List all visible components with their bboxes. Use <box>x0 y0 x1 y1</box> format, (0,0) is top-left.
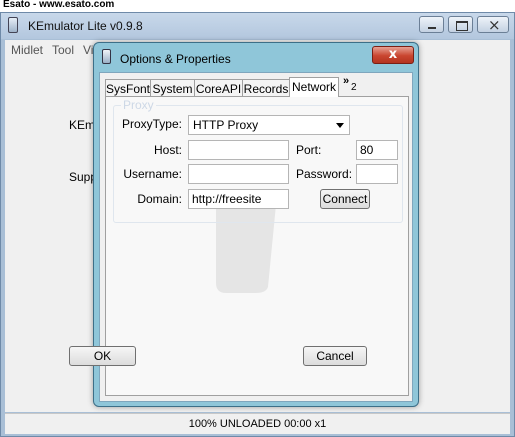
phone-icon <box>102 49 111 64</box>
username-input[interactable] <box>188 164 289 184</box>
dialog-title: Options & Properties <box>120 52 231 66</box>
connect-button[interactable]: Connect <box>320 189 370 209</box>
dialog-close-button[interactable]: x <box>372 46 414 64</box>
tab-sysfont[interactable]: SysFont <box>105 79 151 97</box>
domain-input[interactable]: http://freesite <box>188 189 289 209</box>
cancel-button[interactable]: Cancel <box>303 346 367 366</box>
more-tabs-count: 2 <box>351 82 357 93</box>
port-input[interactable]: 80 <box>356 140 398 160</box>
phone-icon <box>8 17 18 33</box>
chevron-right-icon: » <box>343 75 350 87</box>
proxy-type-value: HTTP Proxy <box>193 118 259 132</box>
options-dialog: Options & Properties x SysFont System Co… <box>69 42 419 407</box>
ok-button[interactable]: OK <box>69 346 136 366</box>
proxy-type-select[interactable]: HTTP Proxy <box>188 115 350 135</box>
password-label: Password: <box>296 167 353 181</box>
proxy-type-label: ProxyType: <box>121 117 182 131</box>
status-text: 100% UNLOADED 00:00 x1 <box>188 418 327 430</box>
minimize-button[interactable] <box>419 16 444 33</box>
maximize-button[interactable] <box>448 16 473 33</box>
close-icon: x <box>388 47 398 62</box>
port-label: Port: <box>296 143 322 157</box>
menu-tool[interactable]: Tool <box>52 43 74 57</box>
close-button[interactable] <box>477 16 509 34</box>
host-input[interactable] <box>188 140 289 160</box>
main-titlebar: KEmulator Lite v0.9.8 <box>1 13 514 39</box>
statusbar: 100% UNLOADED 00:00 x1 <box>5 413 510 434</box>
host-label: Host: <box>153 143 182 157</box>
password-input[interactable] <box>356 164 398 184</box>
menu-midlet[interactable]: Midlet <box>11 43 43 57</box>
menu-view[interactable]: Vi <box>83 43 93 57</box>
watermark-text: Esato - www.esato.com <box>3 0 115 10</box>
tab-records[interactable]: Records <box>242 79 290 97</box>
dialog-body: SysFont System CoreAPI Records Network »… <box>69 72 413 402</box>
username-label: Username: <box>123 167 182 181</box>
watermark-bar: Esato - www.esato.com <box>0 0 515 12</box>
tab-network[interactable]: Network <box>289 77 339 97</box>
tab-coreapi[interactable]: CoreAPI <box>194 79 243 97</box>
more-tabs-button[interactable]: » 2 <box>341 75 361 93</box>
chevron-down-icon <box>336 123 344 128</box>
proxy-group-label: Proxy <box>121 98 156 112</box>
main-window-title: KEmulator Lite v0.9.8 <box>28 19 143 33</box>
dialog-titlebar: Options & Properties x <box>94 43 418 71</box>
domain-label: Domain: <box>137 192 182 206</box>
tab-system[interactable]: System <box>150 79 195 97</box>
proxy-group: Proxy ProxyType: HTTP Proxy Host: Port: … <box>113 98 403 223</box>
